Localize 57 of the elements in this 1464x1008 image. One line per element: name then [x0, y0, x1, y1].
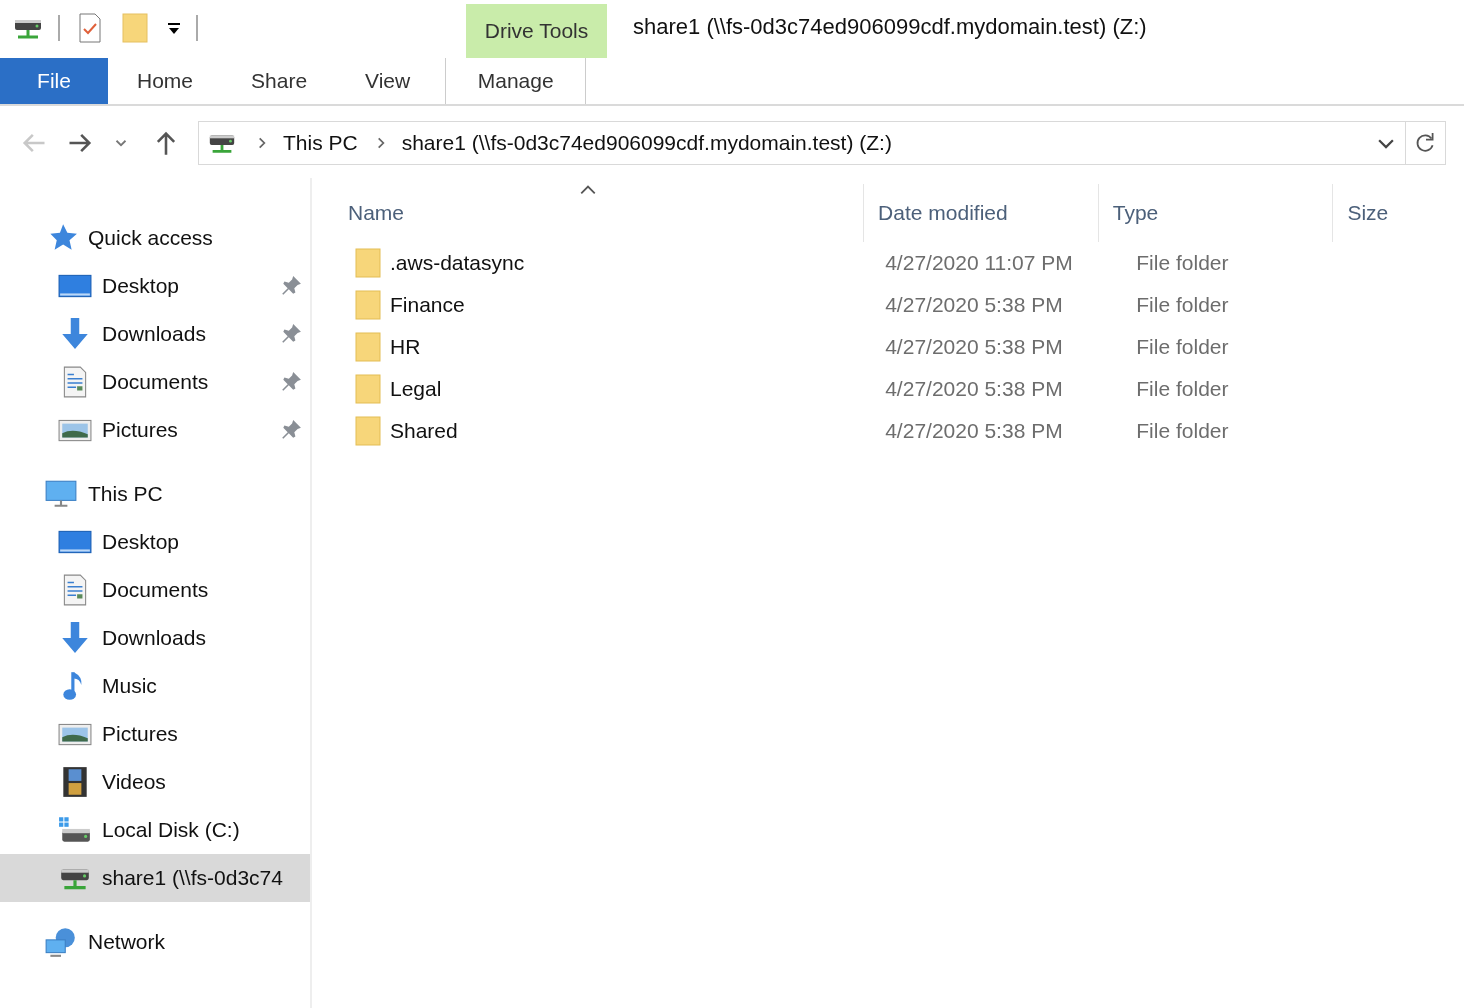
navigation-item[interactable]: Downloads: [0, 614, 310, 662]
ribbon-tab[interactable]: Home: [108, 58, 223, 104]
network-icon: [44, 925, 78, 959]
navigation-item[interactable]: Desktop: [0, 518, 310, 566]
ribbon-tab[interactable]: Share: [222, 58, 337, 104]
column-header[interactable]: Size: [1347, 201, 1389, 225]
folder-icon: [354, 373, 382, 405]
ribbon-tab[interactable]: Manage: [445, 58, 587, 104]
column-header[interactable]: Type: [1112, 201, 1159, 225]
file-type: File folder: [1136, 335, 1229, 359]
date-modified: 4/27/2020 5:38 PM: [885, 419, 1063, 443]
file-type: File folder: [1136, 293, 1229, 317]
date-modified: 4/27/2020 5:38 PM: [885, 293, 1063, 317]
folder-icon: [354, 331, 382, 363]
folder-icon: [354, 415, 382, 447]
folder-icon: [354, 289, 382, 321]
navigation-item[interactable]: This PC: [0, 470, 310, 518]
dropdown-caret-icon[interactable]: [166, 20, 182, 36]
column-header[interactable]: Date modified: [878, 201, 1008, 225]
pin-icon[interactable]: [280, 419, 302, 441]
column-header[interactable]: Name: [348, 201, 405, 225]
file-name[interactable]: .aws-datasync: [390, 251, 525, 275]
file-name[interactable]: Shared: [390, 419, 458, 443]
file-type: File folder: [1136, 377, 1229, 401]
pin-icon[interactable]: [280, 275, 302, 297]
navigation-item[interactable]: Documents: [0, 358, 310, 406]
file-type: File folder: [1136, 251, 1229, 275]
navigation-item[interactable]: Desktop: [0, 262, 310, 310]
navigation-item[interactable]: Pictures: [0, 710, 310, 758]
navigation-item[interactable]: Downloads: [0, 310, 310, 358]
window-title: share1 (\\fs-0d3c74ed906099cdf.mydomain.test) (Z:): [632, 13, 1147, 40]
pin-icon[interactable]: [280, 323, 302, 345]
navigation-item[interactable]: Local Disk (C:): [0, 806, 310, 854]
breadcrumb[interactable]: share1 (\\fs-0d3c74ed906099cdf.mydomain.test) (Z:): [401, 131, 892, 155]
navigation-item[interactable]: Quick access: [0, 214, 310, 262]
breadcrumb[interactable]: This PC: [283, 131, 358, 155]
date-modified: 4/27/2020 5:38 PM: [885, 335, 1063, 359]
navigation-item[interactable]: Music: [0, 662, 310, 710]
file-name[interactable]: Finance: [390, 293, 465, 317]
ribbon-tab[interactable]: View: [336, 58, 440, 104]
navigation-item[interactable]: Documents: [0, 566, 310, 614]
navigation-item[interactable]: Network: [0, 918, 310, 966]
contextual-tab-group: Drive Tools: [466, 4, 607, 58]
date-modified: 4/27/2020 11:07 PM: [885, 251, 1073, 275]
navigation-item[interactable]: share1 (\\fs-0d3c74: [0, 854, 310, 902]
folder-icon: [354, 247, 382, 279]
navigation-item[interactable]: Videos: [0, 758, 310, 806]
date-modified: 4/27/2020 5:38 PM: [885, 377, 1063, 401]
file-tab[interactable]: File: [0, 58, 108, 104]
address-bar[interactable]: This PC share1 (\\fs-0d3c74ed906099cdf.mydomain.test) (Z:): [198, 121, 1406, 165]
file-name[interactable]: Legal: [390, 377, 442, 401]
file-name[interactable]: HR: [390, 335, 421, 359]
navigation-item[interactable]: Pictures: [0, 406, 310, 454]
file-type: File folder: [1136, 419, 1229, 443]
refresh-button[interactable]: [1406, 121, 1446, 165]
pin-icon[interactable]: [280, 371, 302, 393]
sort-caret-icon: [578, 184, 597, 196]
